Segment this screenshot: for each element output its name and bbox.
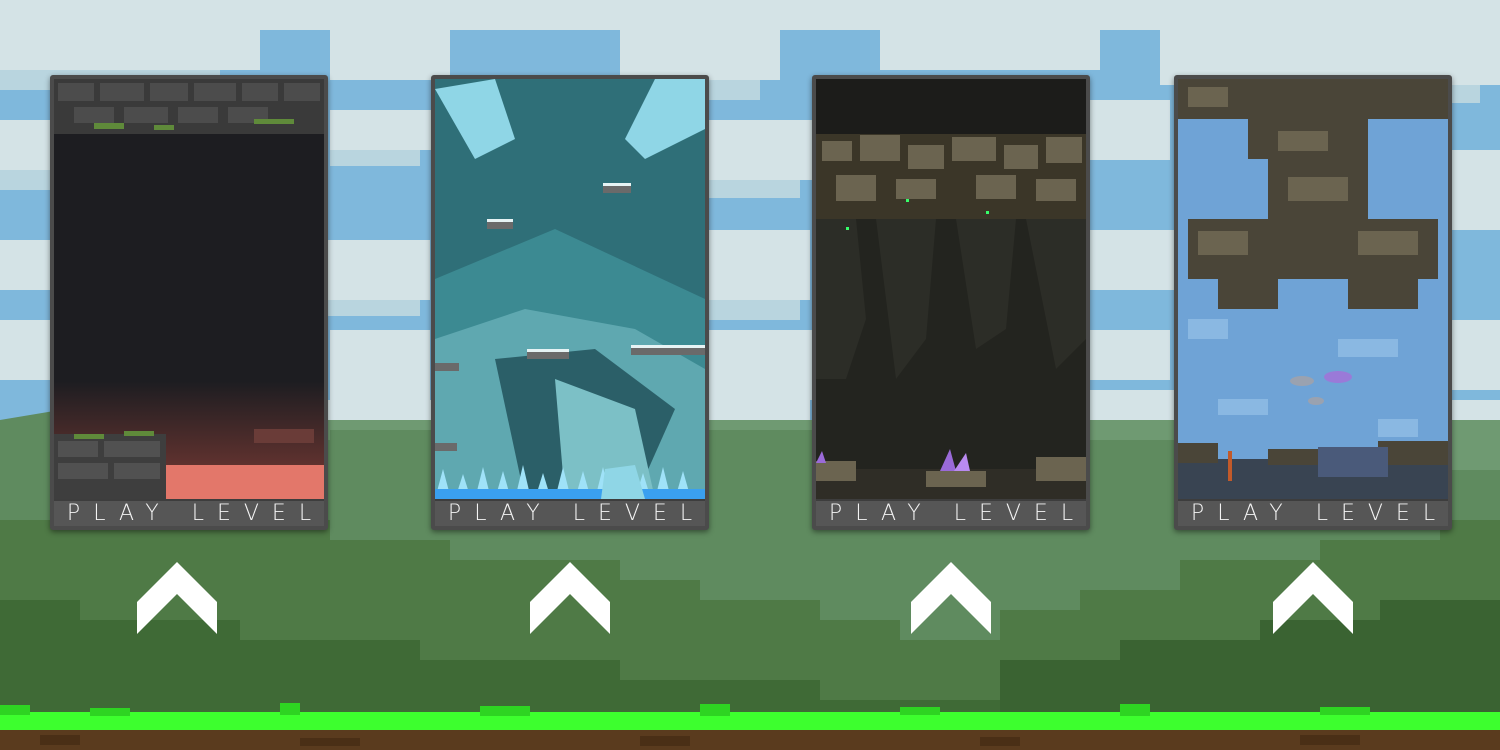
chevron-up-icon[interactable] xyxy=(137,562,217,634)
play-level-label: PLAY LEVEL xyxy=(66,500,325,526)
chevron-up-icon[interactable] xyxy=(1273,562,1353,634)
play-level-button[interactable]: PLAY LEVEL xyxy=(816,499,1086,526)
play-level-label: PLAY LEVEL xyxy=(447,500,706,526)
level-3-preview xyxy=(816,79,1086,499)
play-level-button[interactable]: PLAY LEVEL xyxy=(1178,499,1448,526)
level-card-4[interactable]: PLAY LEVEL xyxy=(1174,75,1452,530)
level-card-1[interactable]: PLAY LEVEL xyxy=(50,75,328,530)
play-level-button[interactable]: PLAY LEVEL xyxy=(54,499,324,526)
level-4-preview xyxy=(1178,79,1448,499)
level-card-3[interactable]: PLAY LEVEL xyxy=(812,75,1090,530)
play-level-label: PLAY LEVEL xyxy=(828,500,1087,526)
level-2-preview xyxy=(435,79,705,499)
level-select-screen: PLAY LEVEL PLAY LEVEL PLAY LEVEL PLAY LE… xyxy=(0,0,1500,750)
chevron-up-icon[interactable] xyxy=(530,562,610,634)
chevron-up-icon[interactable] xyxy=(911,562,991,634)
level-card-2[interactable]: PLAY LEVEL xyxy=(431,75,709,530)
play-level-button[interactable]: PLAY LEVEL xyxy=(435,499,705,526)
level-1-preview xyxy=(54,79,324,499)
play-level-label: PLAY LEVEL xyxy=(1190,500,1449,526)
